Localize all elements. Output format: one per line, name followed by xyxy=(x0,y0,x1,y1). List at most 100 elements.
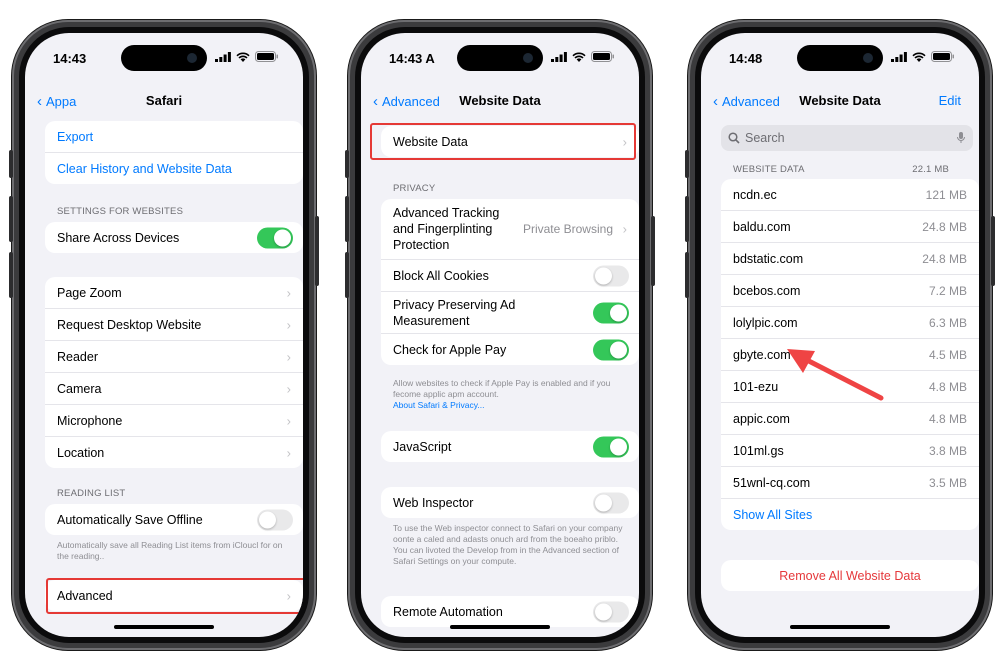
privacy-group: Advanced Tracking and Fingerplinting Pro… xyxy=(381,199,639,365)
site-name: 51wnl-cq.com xyxy=(733,475,811,490)
actions-group: Export Clear History and Website Data xyxy=(45,121,303,184)
highlight-box xyxy=(46,578,303,614)
microphone-row[interactable]: Microphone › xyxy=(45,405,303,437)
privacy-ad-toggle[interactable] xyxy=(593,302,629,323)
reading-list-group: Automatically Save Offline xyxy=(45,504,303,535)
site-row[interactable]: baldu.com 24.8 MB xyxy=(721,211,979,243)
site-name: bdstatic.com xyxy=(733,251,804,266)
request-desktop-row[interactable]: Request Desktop Website › xyxy=(45,309,303,341)
cellular-signal-icon xyxy=(551,51,567,62)
website-data-total: 22.1 MB xyxy=(912,164,949,175)
chevron-right-icon: › xyxy=(286,349,291,364)
apple-pay-toggle[interactable] xyxy=(593,339,629,360)
power-button xyxy=(315,216,319,286)
phone-advanced-settings: 14:43 A ‹ Advanced Website Data Website … xyxy=(345,20,655,650)
block-cookies-label: Block All Cookies xyxy=(393,268,489,283)
request-desktop-label: Request Desktop Website xyxy=(57,317,202,332)
site-name: 101-ezu xyxy=(733,379,779,394)
privacy-ad-row: Privacy Preserving Ad Measurement xyxy=(381,292,639,334)
web-inspector-footnote: To use the Web inspector connect to Safa… xyxy=(393,523,623,566)
export-row[interactable]: Export xyxy=(45,121,303,153)
save-offline-label: Automatically Save Offline xyxy=(57,512,203,527)
camera-row[interactable]: Camera › xyxy=(45,373,303,405)
remote-automation-label: Remote Automation xyxy=(393,604,503,619)
volume-down-button xyxy=(345,252,349,298)
web-inspector-label: Web Inspector xyxy=(393,495,474,510)
show-all-sites-row[interactable]: Show All Sites xyxy=(721,499,979,530)
search-field[interactable]: Search xyxy=(721,125,973,151)
location-row[interactable]: Location › xyxy=(45,437,303,468)
share-across-devices-label: Share Across Devices xyxy=(57,230,180,245)
camera-label: Camera xyxy=(57,381,102,396)
search-placeholder: Search xyxy=(745,131,785,145)
status-time: 14:43 xyxy=(53,51,87,66)
wifi-icon xyxy=(912,52,926,62)
show-all-sites-label: Show All Sites xyxy=(733,507,813,522)
action-button xyxy=(9,150,13,178)
action-button xyxy=(345,150,349,178)
chevron-right-icon: › xyxy=(286,381,291,396)
remove-all-row[interactable]: Remove All Website Data xyxy=(721,560,979,591)
power-button xyxy=(651,216,655,286)
wifi-icon xyxy=(236,52,250,62)
site-size: 24.8 MB xyxy=(922,251,967,266)
remote-automation-row: Remote Automation xyxy=(381,596,639,627)
action-button xyxy=(685,150,689,178)
site-row[interactable]: ncdn.ec 121 MB xyxy=(721,179,979,211)
site-row[interactable]: bdstatic.com 24.8 MB xyxy=(721,243,979,275)
chevron-right-icon: › xyxy=(622,221,627,237)
page-zoom-row[interactable]: Page Zoom › xyxy=(45,277,303,309)
cellular-signal-icon xyxy=(215,51,231,62)
about-privacy-link[interactable]: About Safari & Privacy... xyxy=(393,400,629,411)
site-size: 6.3 MB xyxy=(928,315,967,330)
nav-bar: ‹ Advanced Website Data Edit xyxy=(701,85,979,115)
edit-button[interactable]: Edit xyxy=(939,93,961,108)
screen: 14:48 ‹ Advanced Website Data Edit Searc… xyxy=(701,33,979,637)
web-inspector-group: Web Inspector xyxy=(381,487,639,518)
block-cookies-toggle[interactable] xyxy=(593,265,629,286)
privacy-section-header: PRIVACY xyxy=(393,183,436,194)
site-row[interactable]: 101ml.gs 3.8 MB xyxy=(721,435,979,467)
page-title: Website Data xyxy=(799,93,881,108)
page-zoom-label: Page Zoom xyxy=(57,285,122,300)
site-row[interactable]: lolylpic.com 6.3 MB xyxy=(721,307,979,339)
highlight-box xyxy=(370,123,636,160)
website-data-header: WEBSITE DATA xyxy=(733,164,805,175)
site-name: 101ml.gs xyxy=(733,443,784,458)
battery-icon xyxy=(931,51,954,62)
site-size: 3.5 MB xyxy=(928,475,967,490)
search-icon xyxy=(728,132,740,144)
block-cookies-row: Block All Cookies xyxy=(381,260,639,292)
tracking-protection-row[interactable]: Advanced Tracking and Fingerplinting Pro… xyxy=(381,199,639,260)
save-offline-toggle[interactable] xyxy=(257,509,293,530)
chevron-right-icon: › xyxy=(286,317,291,332)
apple-pay-row: Check for Apple Pay xyxy=(381,334,639,365)
reader-label: Reader xyxy=(57,349,98,364)
nav-bar: ‹ Appa Safari xyxy=(25,85,303,115)
nav-bar: ‹ Advanced Website Data xyxy=(361,85,639,115)
site-name: bcebos.com xyxy=(733,283,801,298)
site-name: baldu.com xyxy=(733,219,791,234)
javascript-toggle[interactable] xyxy=(593,436,629,457)
site-size: 3.8 MB xyxy=(928,443,967,458)
remote-automation-group: Remote Automation xyxy=(381,596,639,627)
dynamic-island xyxy=(121,45,207,71)
share-across-devices-toggle[interactable] xyxy=(257,227,293,248)
home-indicator xyxy=(450,625,550,629)
reader-row[interactable]: Reader › xyxy=(45,341,303,373)
wifi-icon xyxy=(572,52,586,62)
web-inspector-toggle[interactable] xyxy=(593,492,629,513)
screen: 14:43 ‹ Appa Safari Export Clear History… xyxy=(25,33,303,637)
site-row[interactable]: bcebos.com 7.2 MB xyxy=(721,275,979,307)
site-size: 4.5 MB xyxy=(928,347,967,362)
remote-automation-toggle[interactable] xyxy=(593,601,629,622)
site-name: appic.com xyxy=(733,411,790,426)
site-row[interactable]: 51wnl-cq.com 3.5 MB xyxy=(721,467,979,499)
clear-history-row[interactable]: Clear History and Website Data xyxy=(45,153,303,184)
javascript-group: JavaScript xyxy=(381,431,639,462)
phone-safari-settings: 14:43 ‹ Appa Safari Export Clear History… xyxy=(9,20,319,650)
page-title: Website Data xyxy=(459,93,541,108)
chevron-right-icon: › xyxy=(286,445,291,460)
website-settings-group: Page Zoom › Request Desktop Website › Read… xyxy=(45,277,303,468)
microphone-icon xyxy=(957,132,965,143)
